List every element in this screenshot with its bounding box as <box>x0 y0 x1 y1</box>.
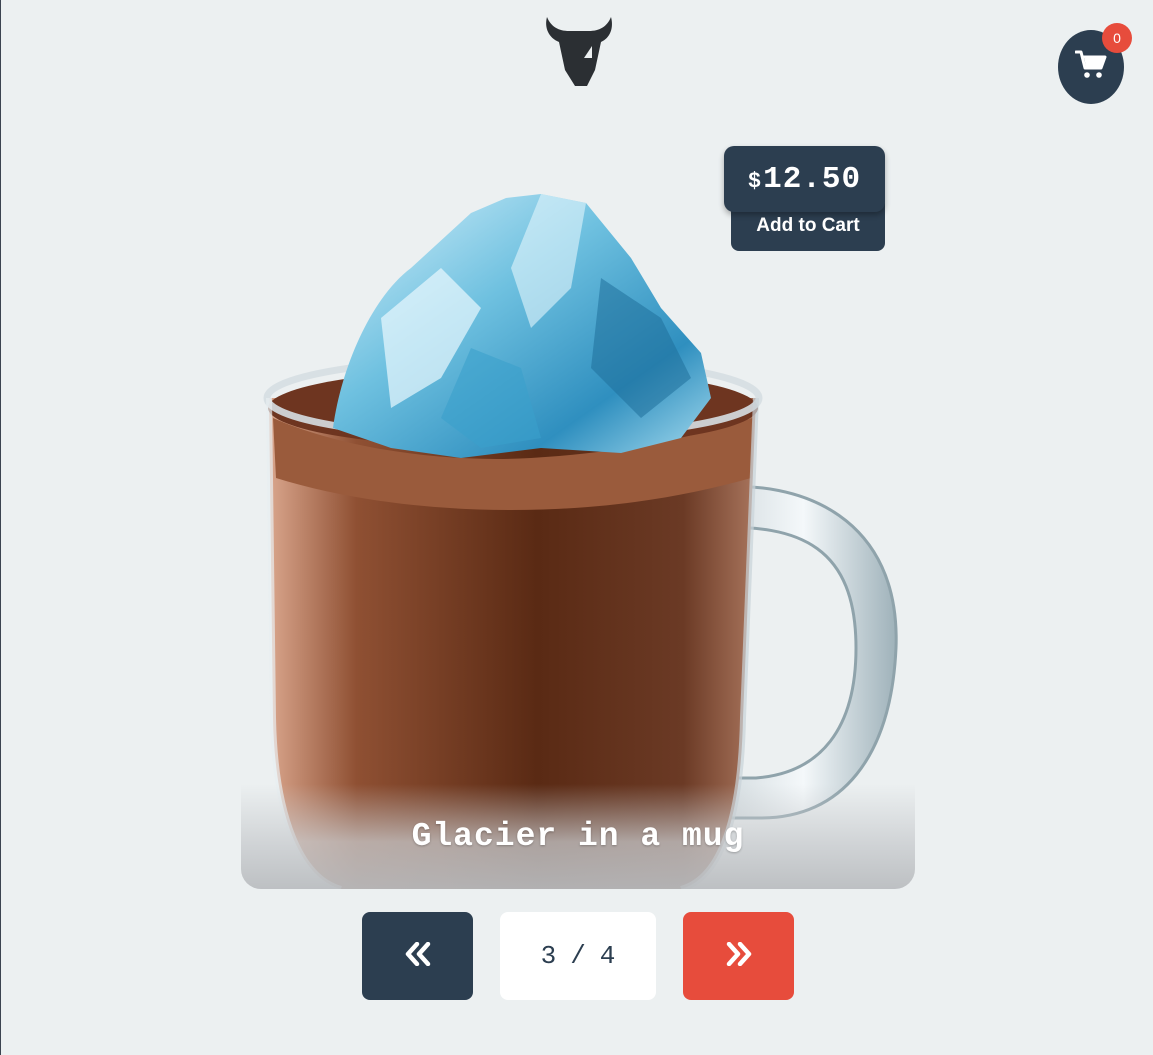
page-current: 3 <box>540 941 557 971</box>
page-total: 4 <box>599 941 616 971</box>
double-chevron-left-icon <box>405 941 431 971</box>
price-amount: 12.50 <box>763 161 862 197</box>
price-currency: $ <box>747 168 762 194</box>
page-indicator: 3 / 4 <box>500 912 656 1000</box>
double-chevron-right-icon <box>726 941 752 971</box>
page-separator: / <box>570 941 586 971</box>
shopping-cart-icon <box>1074 50 1107 85</box>
product-title: Glacier in a mug <box>411 818 745 855</box>
next-button[interactable] <box>683 912 794 1000</box>
price-tag: $ 12.50 <box>724 146 885 212</box>
previous-button[interactable] <box>362 912 473 1000</box>
bull-logo-icon <box>543 14 615 88</box>
cart-count-badge: 0 <box>1102 23 1132 53</box>
